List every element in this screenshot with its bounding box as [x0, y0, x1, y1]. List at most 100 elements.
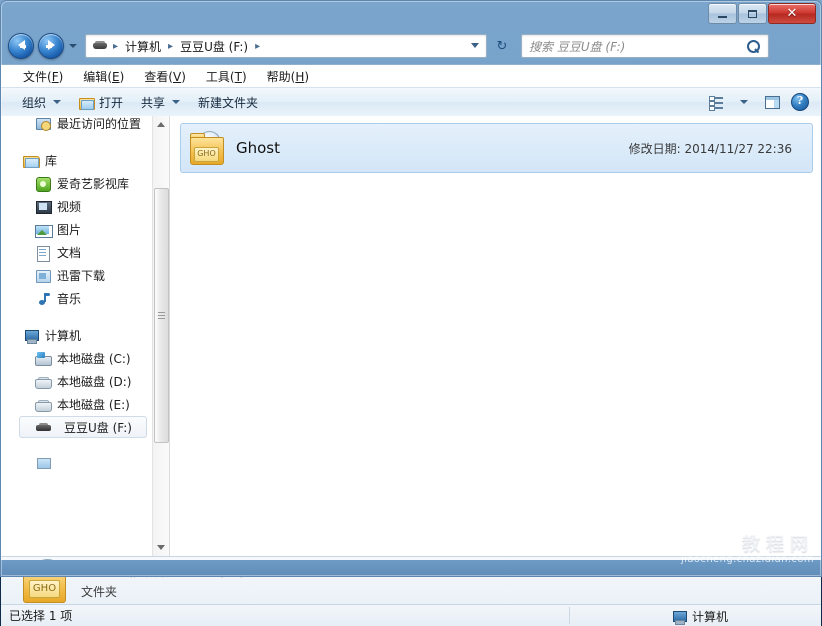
status-divider: [569, 607, 570, 624]
help-button[interactable]: ?: [787, 91, 813, 113]
status-bar: 已选择 1 项 计算机: [1, 604, 821, 626]
main-split: 最近访问的位置 库 爱奇艺影视库 视频 图片 文档 迅雷下载 音乐 计算机 本地…: [1, 116, 821, 556]
forward-button[interactable]: [38, 33, 64, 59]
minimize-button[interactable]: [708, 3, 737, 24]
file-list-item-ghost[interactable]: GHO Ghost 修改日期: 2014/11/27 22:36: [180, 123, 813, 173]
view-dropdown-button[interactable]: [731, 91, 757, 113]
document-icon: [35, 245, 51, 262]
new-folder-button[interactable]: 新建文件夹: [189, 92, 267, 113]
sidebar-group-label: 库: [45, 154, 58, 168]
recent-pages-dropdown[interactable]: [67, 35, 79, 57]
music-note-icon: [35, 291, 51, 307]
sidebar-item-thunder-downloads[interactable]: 迅雷下载: [1, 264, 153, 287]
drive-icon: [92, 38, 108, 54]
sidebar-item-iqiyi-library[interactable]: 爱奇艺影视库: [1, 172, 153, 195]
window-controls: ✕: [708, 3, 816, 24]
sidebar-item-recent-places[interactable]: 最近访问的位置: [1, 116, 153, 135]
sidebar-item-label: 本地磁盘 (E:): [57, 398, 130, 412]
scrollbar-grip-icon: [158, 311, 165, 320]
sidebar-item-partial[interactable]: [1, 452, 153, 475]
share-label: 共享: [141, 95, 166, 110]
sidebar-item-drive-c[interactable]: 本地磁盘 (C:): [1, 347, 153, 370]
hard-disk-icon: [35, 374, 52, 390]
chevron-down-icon: [740, 100, 748, 104]
search-icon: [743, 39, 763, 53]
menu-edit[interactable]: 编辑(E): [73, 66, 134, 87]
menu-help[interactable]: 帮助(H): [257, 66, 319, 87]
refresh-button[interactable]: ↻: [491, 35, 513, 57]
address-dropdown-icon[interactable]: [471, 43, 479, 48]
client-area: 文件(F) 编辑(E) 查看(V) 工具(T) 帮助(H) 组织 打开 共享 新…: [1, 64, 821, 626]
sidebar-item-label: 最近访问的位置: [57, 117, 142, 131]
sidebar-item-label: 文档: [57, 246, 82, 260]
sidebar-group-label: 计算机: [45, 329, 82, 343]
search-box[interactable]: 搜索 豆豆U盘 (F:): [521, 34, 769, 58]
computer-icon: [671, 609, 687, 625]
maximize-icon: [748, 9, 757, 18]
sidebar-item-drive-d[interactable]: 本地磁盘 (D:): [1, 370, 153, 393]
ghost-folder-icon: GHO: [190, 131, 224, 165]
library-folder-icon: [23, 153, 40, 169]
sidebar-item-pictures[interactable]: 图片: [1, 218, 153, 241]
maximize-button[interactable]: [738, 3, 767, 24]
sidebar-item-label: 本地磁盘 (C:): [57, 352, 131, 366]
gho-badge-label: GHO: [29, 580, 60, 598]
scroll-down-button[interactable]: [153, 539, 169, 556]
sidebar-item-videos[interactable]: 视频: [1, 195, 153, 218]
download-folder-icon: [35, 268, 51, 284]
change-view-button[interactable]: [703, 91, 729, 113]
title-bar: ✕: [0, 0, 822, 28]
breadcrumb-computer[interactable]: 计算机: [123, 38, 163, 55]
open-button[interactable]: 打开: [70, 92, 132, 113]
menu-view[interactable]: 查看(V): [134, 66, 196, 87]
command-toolbar: 组织 打开 共享 新建文件夹 ?: [1, 87, 821, 117]
breadcrumb-separator: ▸: [255, 40, 261, 52]
menu-bar: 文件(F) 编辑(E) 查看(V) 工具(T) 帮助(H): [1, 65, 821, 87]
triangle-up-icon: [157, 122, 165, 127]
navigation-pane: 最近访问的位置 库 爱奇艺影视库 视频 图片 文档 迅雷下载 音乐 计算机 本地…: [1, 116, 169, 556]
status-computer-label: 计算机: [692, 610, 729, 624]
view-list-icon: [709, 95, 723, 111]
sidebar-item-documents[interactable]: 文档: [1, 241, 153, 264]
sidebar-item-drive-f[interactable]: 豆豆U盘 (F:): [19, 416, 147, 438]
chevron-down-icon: [53, 100, 62, 104]
usb-drive-icon: [36, 419, 52, 435]
file-list-pane[interactable]: GHO Ghost 修改日期: 2014/11/27 22:36: [170, 116, 821, 556]
sidebar-item-drive-e[interactable]: 本地磁盘 (E:): [1, 393, 153, 416]
window-bottom-frame: [0, 560, 822, 577]
new-folder-label: 新建文件夹: [198, 95, 259, 110]
breadcrumb-drive[interactable]: 豆豆U盘 (F:): [178, 38, 250, 55]
breadcrumb-separator: ▸: [113, 40, 119, 52]
triangle-down-icon: [157, 545, 165, 550]
sidebar-group-computer[interactable]: 计算机: [1, 324, 153, 347]
minimize-icon: [718, 15, 727, 18]
share-button[interactable]: 共享: [132, 92, 189, 113]
navigation-scrollbar[interactable]: [152, 116, 169, 556]
preview-pane-button[interactable]: [759, 91, 785, 113]
sidebar-item-label: 豆豆U盘 (F:): [64, 420, 132, 435]
sidebar-item-music[interactable]: 音乐: [1, 287, 153, 310]
organize-label: 组织: [22, 95, 47, 110]
sidebar-item-label: 图片: [57, 223, 82, 237]
file-modified-date: 修改日期: 2014/11/27 22:36: [628, 141, 792, 156]
scrollbar-thumb[interactable]: [154, 188, 169, 443]
video-icon: [35, 199, 52, 215]
file-name: Ghost: [236, 139, 281, 157]
details-type: 文件夹: [81, 584, 118, 599]
preview-pane-icon: [764, 95, 780, 109]
sidebar-group-libraries[interactable]: 库: [1, 149, 153, 172]
address-bar-row: ▸ 计算机 ▸ 豆豆U盘 (F:) ▸ ↻ 搜索 豆豆U盘 (F:): [0, 30, 822, 62]
close-button[interactable]: ✕: [768, 3, 816, 24]
search-input[interactable]: 搜索 豆豆U盘 (F:): [522, 38, 625, 55]
scroll-up-button[interactable]: [153, 116, 169, 133]
menu-file[interactable]: 文件(F): [13, 66, 73, 87]
hard-disk-icon: [35, 397, 52, 413]
address-breadcrumb-bar[interactable]: ▸ 计算机 ▸ 豆豆U盘 (F:) ▸: [85, 34, 487, 58]
menu-tools[interactable]: 工具(T): [196, 66, 257, 87]
back-button[interactable]: [8, 33, 34, 59]
organize-button[interactable]: 组织: [13, 92, 70, 113]
toolbar-right-group: ?: [703, 88, 813, 116]
